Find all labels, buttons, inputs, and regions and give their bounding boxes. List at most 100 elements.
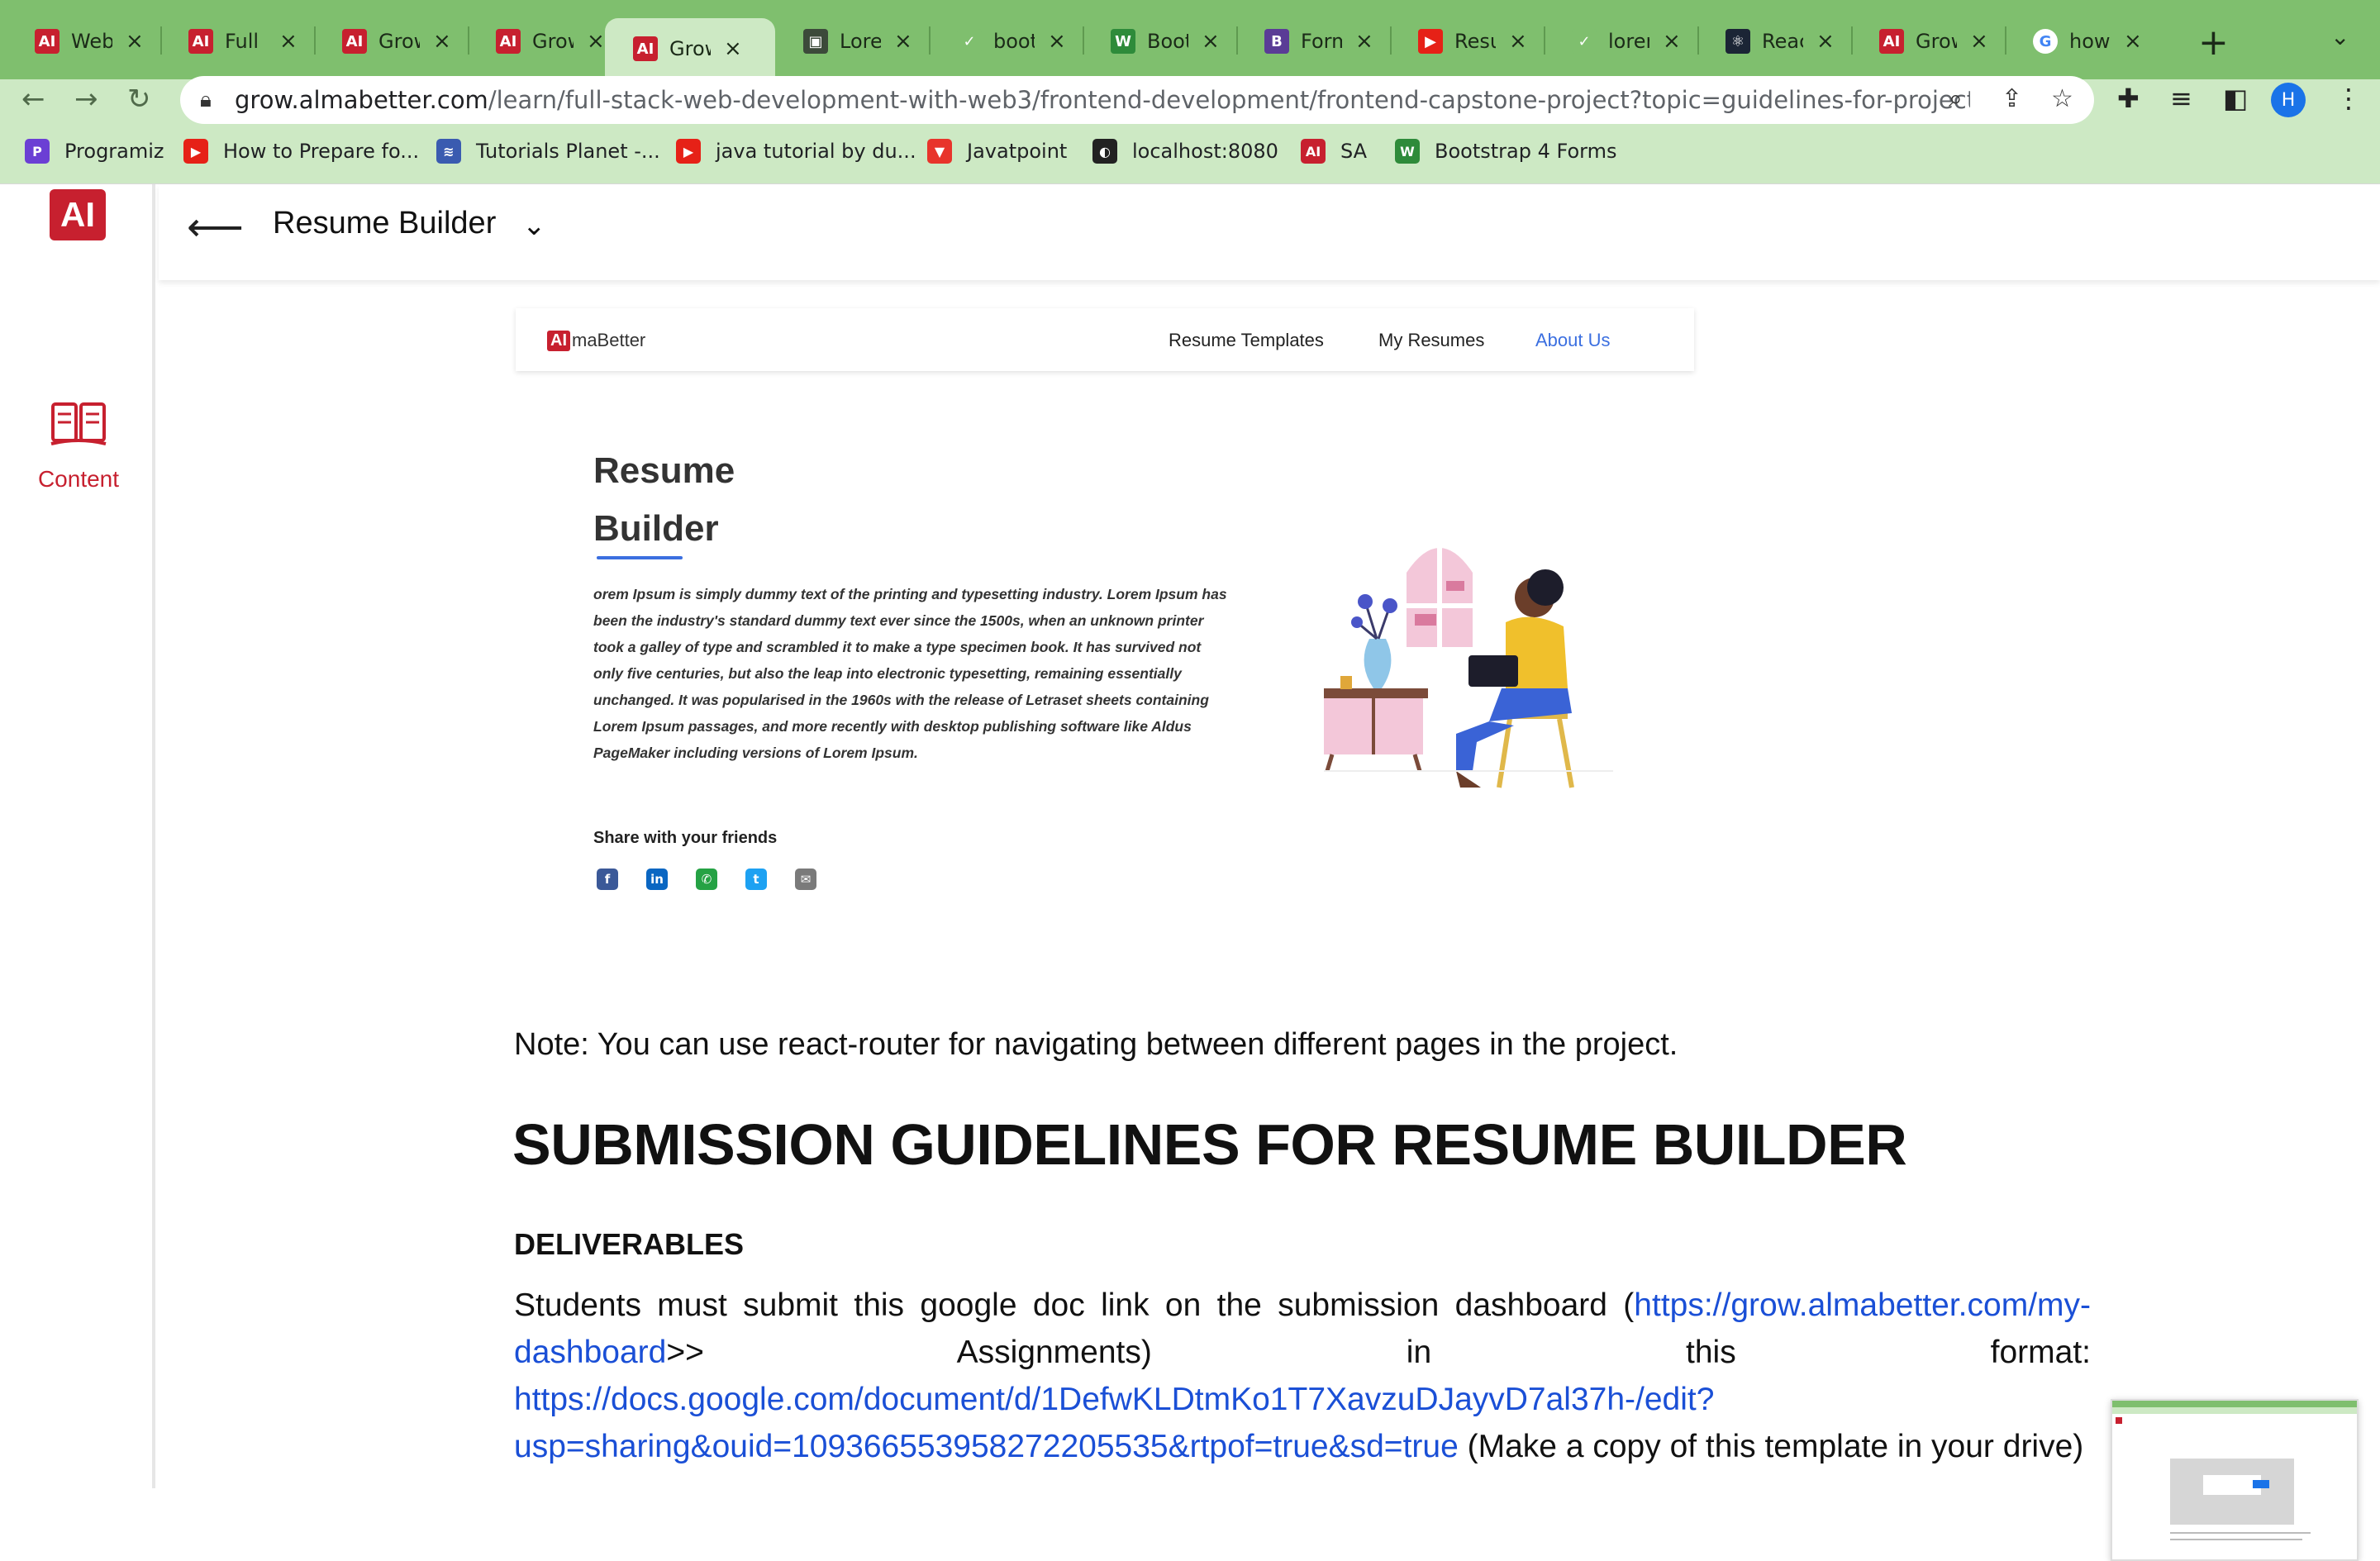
tab-title: Grow (532, 30, 574, 53)
almabetter-icon: AI (633, 36, 658, 61)
tab-title: Grow (378, 30, 420, 53)
whatsapp-icon: ✆ (696, 869, 717, 890)
note-text: Note: You can use react-router for navig… (514, 1027, 1678, 1062)
close-tab-icon[interactable]: × (724, 36, 742, 61)
browser-tab-6[interactable]: ▣ Lorem × (775, 18, 929, 64)
browser-tab-3[interactable]: AI Grow × (314, 18, 468, 64)
tutorials-icon: ✓ (1572, 29, 1597, 54)
tab-title: Boots (1147, 30, 1188, 53)
share-icon[interactable]: ⇪ (2002, 84, 2022, 113)
close-tab-icon[interactable]: × (126, 29, 144, 54)
tab-title: Grow (1916, 30, 1957, 53)
almabetter-logo[interactable]: AI (50, 189, 106, 240)
browser-tab-9[interactable]: B Form × (1236, 18, 1390, 64)
almabetter-icon: AI (1879, 29, 1904, 54)
page-content: AI Content ⟵ Resume Builder ⌄ AI maBette… (0, 183, 2380, 1561)
close-tab-icon[interactable]: × (587, 29, 605, 54)
almabetter-icon: AI (342, 29, 367, 54)
address-bar[interactable]: 🔒︎ grow.almabetter.com/learn/full-stack-… (180, 76, 2094, 124)
browser-tab-12[interactable]: ⚛ Reac × (1697, 18, 1851, 64)
preview-logo: AI maBetter (547, 330, 645, 351)
tab-title: Reac (1762, 30, 1803, 53)
bookmark-item[interactable]: ◐ localhost:8080 (1092, 139, 1278, 164)
image-icon: ▣ (803, 29, 828, 54)
bookmark-item[interactable]: ▶ java tutorial by du... (676, 139, 916, 164)
youtube-icon: ▶ (676, 139, 701, 164)
google-icon: G (2033, 29, 2058, 54)
browser-tab-7[interactable]: ✓ boots × (929, 18, 1083, 64)
bookmark-item[interactable]: ≋ Tutorials Planet -... (436, 139, 660, 164)
w3-icon: W (1111, 29, 1135, 54)
browser-tab-8[interactable]: W Boots × (1083, 18, 1236, 64)
back-button[interactable]: ← (21, 83, 45, 116)
preview-heading-underline (597, 556, 683, 559)
chevron-down-icon[interactable]: ⌄ (522, 209, 546, 242)
woman-with-laptop-illustration (1324, 548, 1613, 788)
browser-tab-4[interactable]: AI Grow × (468, 18, 621, 64)
zoom-icon[interactable]: ⌕ (1949, 84, 1963, 113)
tab-title: Resu (1454, 30, 1496, 53)
extensions-icon[interactable]: ✚ (2117, 83, 2140, 114)
close-tab-icon[interactable]: × (1048, 29, 1066, 54)
linkedin-icon: in (646, 869, 668, 890)
profile-avatar[interactable]: H (2271, 83, 2306, 117)
preview-heading-line1: Resume (593, 450, 735, 491)
close-tab-icon[interactable]: × (279, 29, 298, 54)
browser-menu-icon[interactable]: ⋮ (2335, 83, 2362, 114)
browser-tab-1[interactable]: AI Web × (7, 18, 160, 64)
resume-builder-preview-image: AI maBetter Resume Templates My Resumes A… (516, 308, 1697, 953)
bookmark-item[interactable]: W Bootstrap 4 Forms (1395, 139, 1616, 164)
close-tab-icon[interactable]: × (1202, 29, 1220, 54)
bookmark-item[interactable]: ▶ How to Prepare fo... (183, 139, 419, 164)
tab-search-button[interactable]: ⌄ (2330, 23, 2349, 50)
browser-tab-14[interactable]: Ghow × (2005, 18, 2159, 64)
tab-title: how (2069, 30, 2111, 53)
preview-heading-line2: Builder (593, 508, 719, 549)
bookmark-item[interactable]: ▼ Javatpoint (927, 139, 1067, 164)
youtube-icon: ▶ (1418, 29, 1443, 54)
browser-tab-10[interactable]: ▶ Resu × (1390, 18, 1544, 64)
close-tab-icon[interactable]: × (1509, 29, 1527, 54)
reload-button[interactable]: ↻ (127, 83, 151, 116)
close-tab-icon[interactable]: × (433, 29, 451, 54)
tab-title: Lorem (840, 30, 881, 53)
almabetter-icon: AI (1301, 139, 1326, 164)
new-tab-button[interactable]: + (2198, 21, 2229, 64)
bookmark-label: Bootstrap 4 Forms (1435, 140, 1617, 163)
close-tab-icon[interactable]: × (1355, 29, 1373, 54)
youtube-icon: ▶ (183, 139, 208, 164)
browser-tab-2[interactable]: AI Full S × (160, 18, 314, 64)
screen-share-thumbnail[interactable] (2111, 1399, 2359, 1561)
tab-title: boots (993, 30, 1035, 53)
tab-title: Web (71, 30, 112, 53)
close-tab-icon[interactable]: × (1970, 29, 1988, 54)
bookmarks-bar: P Programiz ▶ How to Prepare fo... ≋ Tutorial… (0, 136, 2380, 177)
media-control-icon[interactable]: ≡ (2170, 83, 2192, 114)
tab-title: lorem (1608, 30, 1649, 53)
close-tab-icon[interactable]: × (894, 29, 912, 54)
tab-strip: AI Web × AI Full S × AI Grow × AI Grow × AI Grow × ▣ Lor… (0, 0, 2380, 79)
forward-button[interactable]: → (74, 83, 98, 116)
close-tab-icon[interactable]: × (1816, 29, 1835, 54)
browser-tab-13[interactable]: AI Grow × (1851, 18, 2005, 64)
lock-icon[interactable]: 🔒︎ (200, 88, 212, 113)
bookmark-star-icon[interactable]: ☆ (2051, 84, 2073, 113)
preview-navbar: AI maBetter Resume Templates My Resumes A… (516, 308, 1694, 371)
back-arrow-icon[interactable]: ⟵ (187, 204, 244, 250)
react-icon: ⚛ (1726, 29, 1750, 54)
url-text[interactable]: grow.almabetter.com/learn/full-stack-web… (235, 86, 1970, 114)
lesson-title[interactable]: Resume Builder (273, 206, 496, 241)
browser-tab-11[interactable]: ✓ lorem × (1544, 18, 1697, 64)
sidebar-item-content[interactable]: Content (25, 399, 132, 493)
bookmark-label: How to Prepare fo... (223, 140, 420, 163)
side-panel-icon[interactable]: ◧ (2223, 83, 2248, 114)
bookmark-label: Programiz (64, 140, 164, 163)
close-tab-icon[interactable]: × (1663, 29, 1681, 54)
email-icon: ✉ (795, 869, 816, 890)
bookmark-item[interactable]: AI SA (1301, 139, 1367, 164)
bookmark-item[interactable]: P Programiz (25, 139, 164, 164)
tab-title: Grow (669, 37, 711, 60)
tab-title: Full S (225, 30, 266, 53)
browser-tab-5[interactable]: AI Grow × (605, 18, 775, 79)
close-tab-icon[interactable]: × (2124, 29, 2142, 54)
